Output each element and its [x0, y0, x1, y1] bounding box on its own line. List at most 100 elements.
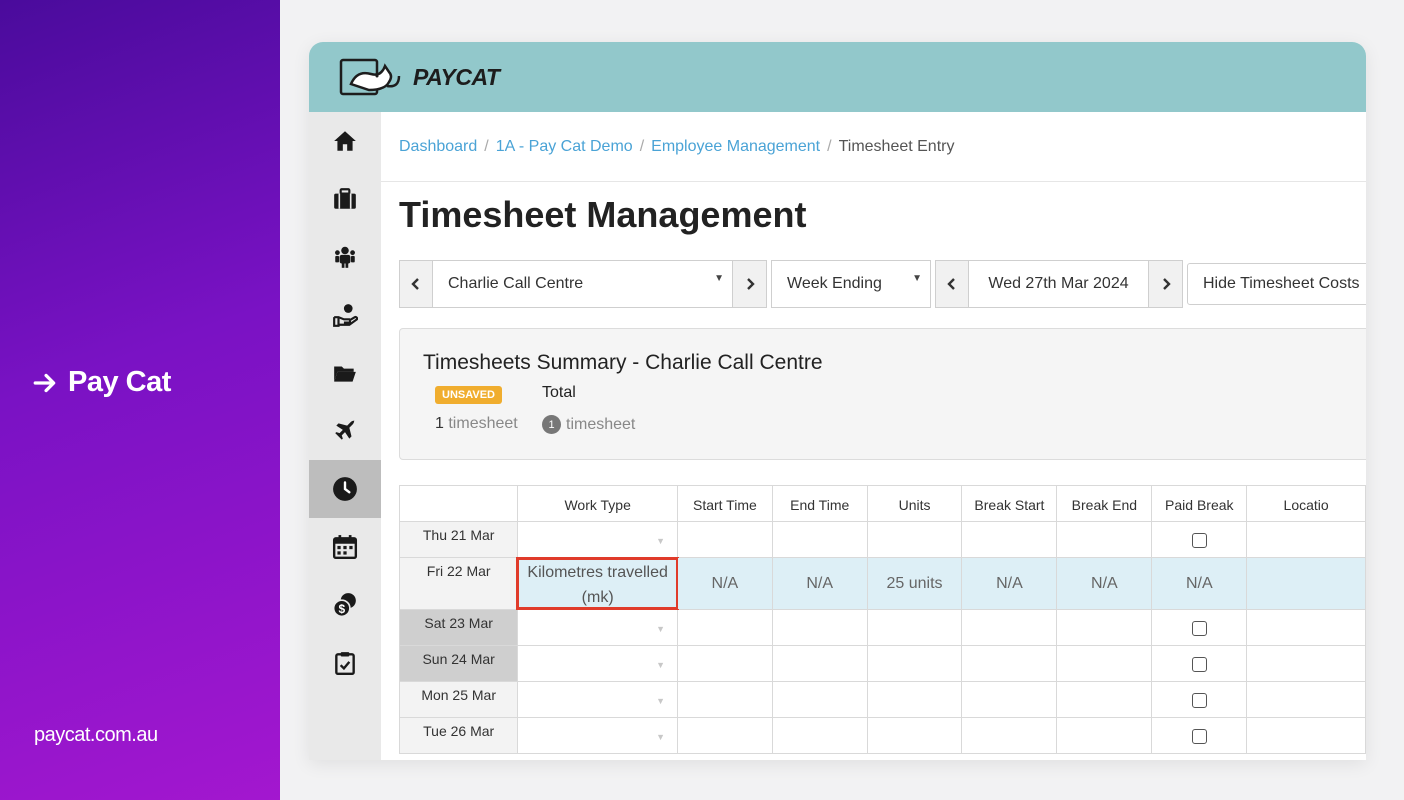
table-header-row: Work Type Start Time End Time Units Brea… — [398, 485, 1366, 522]
row-day: Sat 23 Mar — [398, 609, 519, 646]
paid-break-checkbox[interactable] — [1191, 692, 1207, 708]
location-cell[interactable] — [1246, 681, 1366, 718]
paycat-logo-text: PAYCAT — [413, 63, 500, 90]
breadcrumb-company[interactable]: 1A - Pay Cat Demo — [496, 138, 633, 156]
location-next-button[interactable] — [733, 260, 767, 308]
units-cell[interactable] — [866, 609, 963, 646]
work-type-value[interactable]: Kilometres travelled (mk) — [516, 557, 679, 610]
paid-break-checkbox[interactable] — [1191, 656, 1207, 672]
breadcrumb-dashboard[interactable]: Dashboard — [399, 138, 477, 156]
timesheets-summary: Timesheets Summary - Charlie Call Centre… — [399, 328, 1366, 460]
timesheet-table: Work Type Start Time End Time Units Brea… — [398, 485, 1366, 754]
location-cell[interactable] — [1246, 521, 1366, 558]
break-end-cell[interactable] — [1056, 521, 1153, 558]
breadcrumb-employee-management[interactable]: Employee Management — [651, 138, 820, 156]
unsaved-count[interactable]: 1 timesheet — [435, 415, 518, 433]
work-type-select[interactable]: ▼ — [517, 681, 678, 718]
end-time-cell[interactable] — [771, 609, 868, 646]
sidebar-item-home[interactable] — [309, 112, 381, 170]
sidebar-item-documents[interactable] — [309, 344, 381, 402]
hide-costs-label: Hide Timesheet Costs — [1203, 275, 1360, 292]
chevron-left-icon — [947, 278, 955, 290]
break-start-cell[interactable] — [961, 681, 1058, 718]
break-start-cell[interactable] — [961, 645, 1058, 682]
total-count[interactable]: 1 timesheet — [542, 415, 635, 434]
break-end-cell[interactable] — [1056, 645, 1153, 682]
column-header-units: Units — [866, 485, 963, 522]
summary-title: Timesheets Summary - Charlie Call Centre — [423, 351, 823, 374]
units-cell[interactable]: 25 units — [866, 557, 963, 610]
date-prev-button[interactable] — [935, 260, 969, 308]
units-cell[interactable] — [866, 717, 963, 754]
period-select[interactable]: Week Ending ▼ — [771, 260, 931, 308]
sidebar-item-timesheets[interactable] — [309, 460, 381, 518]
row-day: Thu 21 Mar — [398, 521, 519, 558]
paid-break-checkbox[interactable] — [1191, 532, 1207, 548]
app-window: PAYCAT $ Dashboard / 1A - Pay Cat Demo /… — [309, 42, 1366, 760]
end-time-cell[interactable] — [771, 521, 868, 558]
work-type-select[interactable]: ▼ — [517, 521, 678, 558]
start-time-cell[interactable] — [676, 521, 773, 558]
sidebar-item-roster[interactable] — [309, 518, 381, 576]
date-field-value: Wed 27th Mar 2024 — [988, 275, 1129, 292]
start-time-cell[interactable] — [676, 717, 773, 754]
column-header-end-time: End Time — [771, 485, 868, 522]
arrow-right-icon — [33, 373, 56, 392]
date-field[interactable]: Wed 27th Mar 2024 — [969, 260, 1149, 308]
paid-break-checkbox[interactable] — [1191, 728, 1207, 744]
break-end-cell[interactable] — [1056, 681, 1153, 718]
table-row: Mon 25 Mar ▼ — [398, 681, 1366, 718]
paid-break-cell — [1151, 609, 1248, 646]
units-cell[interactable] — [866, 521, 963, 558]
column-header-start-time: Start Time — [676, 485, 773, 522]
location-cell[interactable] — [1246, 609, 1366, 646]
location-cell[interactable] — [1246, 717, 1366, 754]
start-time-cell[interactable] — [676, 681, 773, 718]
hide-costs-button[interactable]: Hide Timesheet Costs — [1187, 263, 1366, 305]
table-row: Sat 23 Mar ▼ — [398, 609, 1366, 646]
end-time-cell[interactable] — [771, 645, 868, 682]
sidebar-item-employees[interactable] — [309, 228, 381, 286]
work-type-select[interactable]: ▼ — [517, 609, 678, 646]
break-start-cell[interactable] — [961, 521, 1058, 558]
sidebar-item-payroll[interactable] — [309, 286, 381, 344]
work-type-cell[interactable]: Kilometres travelled (mk) — [516, 557, 679, 610]
break-end-cell[interactable] — [1056, 609, 1153, 646]
paycat-logo-icon[interactable] — [337, 54, 407, 100]
breadcrumb: Dashboard / 1A - Pay Cat Demo / Employee… — [381, 112, 1366, 182]
location-select-value: Charlie Call Centre — [448, 275, 584, 292]
start-time-cell[interactable] — [676, 645, 773, 682]
caret-down-icon: ▼ — [912, 273, 922, 284]
location-cell[interactable] — [1246, 645, 1366, 682]
units-cell[interactable] — [866, 645, 963, 682]
column-header-day — [398, 485, 519, 522]
break-start-cell[interactable] — [961, 609, 1058, 646]
clock-icon — [333, 477, 357, 501]
break-end-cell[interactable] — [1056, 717, 1153, 754]
location-prev-button[interactable] — [399, 260, 433, 308]
work-type-select[interactable]: ▼ — [517, 645, 678, 682]
column-header-location: Locatio — [1246, 485, 1366, 522]
sidebar-item-pay[interactable]: $ — [309, 576, 381, 634]
end-time-cell[interactable] — [771, 681, 868, 718]
column-header-break-start: Break Start — [961, 485, 1058, 522]
promo-website: paycat.com.au — [34, 724, 158, 746]
sidebar: $ — [309, 112, 381, 760]
start-time-cell[interactable] — [676, 609, 773, 646]
end-time-cell[interactable] — [771, 717, 868, 754]
location-select[interactable]: Charlie Call Centre ▼ — [433, 260, 733, 308]
sidebar-item-leave[interactable] — [309, 402, 381, 460]
date-selector-group: Wed 27th Mar 2024 — [935, 260, 1183, 308]
table-row: Thu 21 Mar ▼ — [398, 521, 1366, 558]
paid-break-checkbox[interactable] — [1191, 620, 1207, 636]
paid-break-cell — [1151, 717, 1248, 754]
break-start-cell[interactable] — [961, 717, 1058, 754]
date-next-button[interactable] — [1149, 260, 1183, 308]
work-type-select[interactable]: ▼ — [517, 717, 678, 754]
sidebar-item-jobs[interactable] — [309, 170, 381, 228]
units-cell[interactable] — [866, 681, 963, 718]
unsaved-badge: UNSAVED — [435, 386, 502, 404]
location-cell[interactable] — [1246, 557, 1366, 610]
sidebar-item-tasks[interactable] — [309, 634, 381, 692]
home-icon — [334, 131, 356, 151]
